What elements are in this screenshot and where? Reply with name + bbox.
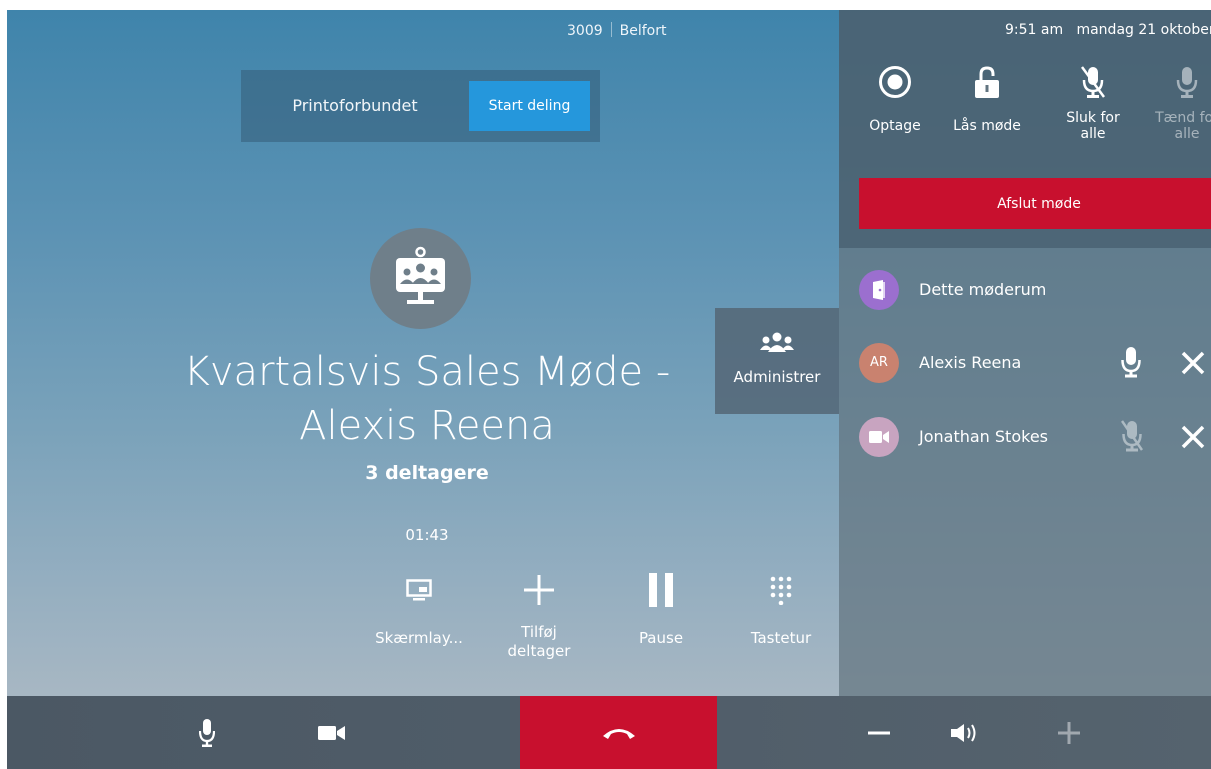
microphone-icon: [199, 718, 215, 747]
participant-name: Alexis Reena: [919, 353, 1022, 372]
participant-count: 3 deltagere: [365, 462, 489, 484]
manage-meeting-label: Administrer: [733, 368, 821, 386]
hang-up-button[interactable]: [520, 696, 717, 769]
video-conference-icon: [396, 246, 445, 304]
participant-row[interactable]: Dette møderum: [839, 255, 1211, 315]
record-button[interactable]: Optage: [857, 62, 933, 134]
lock-meeting-label: Lås møde: [953, 118, 1021, 134]
participant-mic-muted-icon[interactable]: [1121, 420, 1143, 452]
device-info: 3009 Belfort: [567, 22, 667, 39]
remove-participant-icon[interactable]: [1181, 351, 1205, 375]
mute-all-label-line2: alle: [1080, 126, 1106, 142]
mic-muted-icon: [1080, 66, 1106, 98]
lock-meeting-button[interactable]: Lås møde: [949, 62, 1025, 134]
pause-label: Pause: [638, 629, 684, 647]
volume-plus-icon: [1058, 721, 1080, 744]
volume-down-button[interactable]: [859, 696, 899, 769]
current-time: 9:51 am: [1005, 22, 1064, 38]
add-participant-label-line2: deltager: [507, 642, 571, 660]
remove-participant-icon[interactable]: [1181, 425, 1205, 449]
unmute-all-label: Tænd for alle: [1149, 110, 1211, 142]
video-camera-icon: [869, 431, 889, 443]
hang-up-icon: [602, 728, 635, 739]
volume-up-button[interactable]: [1049, 696, 1089, 769]
record-icon: [879, 66, 911, 98]
unmute-all-label-line1: Tænd for: [1155, 110, 1211, 126]
add-participant-label: Tilføj deltager: [479, 623, 599, 661]
call-duration: 01:43: [405, 526, 449, 544]
extension-number: 3009: [567, 23, 603, 39]
clock: 9:51 am mandag 21 oktober: [1005, 22, 1211, 38]
manage-meeting-tab[interactable]: Administrer: [715, 308, 839, 414]
panel-header: 9:51 am mandag 21 oktober Optage Lås mød…: [839, 10, 1211, 248]
meeting-title-line1: Kvartalsvis Sales Møde -: [183, 349, 671, 395]
meeting-title: Kvartalsvis Sales Møde - Alexis Reena: [47, 345, 807, 453]
participant-row[interactable]: Jonathan Stokes: [839, 402, 1211, 462]
add-participant-button[interactable]: Tilføj deltager: [479, 565, 599, 661]
door-icon: [873, 280, 885, 300]
divider: [610, 22, 612, 37]
keypad-icon: [770, 576, 792, 605]
location-name: Belfort: [619, 23, 667, 39]
call-toolbar: [7, 696, 1211, 769]
screen-layout-button[interactable]: Skærmlay...: [359, 565, 479, 648]
participant-name: Dette møderum: [919, 280, 1047, 299]
pause-button[interactable]: Pause: [601, 565, 721, 648]
share-device-name: Printoforbundet: [292, 96, 418, 115]
participant-row[interactable]: AR Alexis Reena: [839, 328, 1211, 388]
meeting-management-panel: 9:51 am mandag 21 oktober Optage Lås mød…: [839, 10, 1211, 696]
mute-all-label: Sluk for alle: [1055, 110, 1131, 142]
end-meeting-button[interactable]: Afslut møde: [859, 178, 1211, 229]
meeting-title-line2: Alexis Reena: [299, 403, 555, 449]
room-avatar: [859, 270, 899, 310]
screen-layout-icon: [406, 579, 432, 601]
participant-name: Jonathan Stokes: [919, 427, 1048, 446]
record-label: Optage: [869, 118, 921, 134]
camera-button[interactable]: [312, 696, 352, 769]
call-screen: 3009 Belfort Printoforbundet Start deling…: [7, 10, 1211, 769]
mic-icon: [1176, 67, 1198, 98]
add-participant-label-line1: Tilføj: [521, 623, 557, 641]
participant-mic-icon[interactable]: [1121, 346, 1141, 378]
current-date: mandag 21 oktober: [1076, 22, 1211, 38]
mute-all-label-line1: Sluk for: [1066, 110, 1120, 126]
speaker-button[interactable]: [945, 696, 985, 769]
plus-icon: [524, 575, 554, 605]
start-sharing-button[interactable]: Start deling: [469, 81, 590, 131]
meeting-avatar: [370, 228, 471, 329]
camera-icon: [318, 725, 345, 740]
participants-icon: [760, 332, 794, 352]
unmute-all-button[interactable]: Tænd for alle: [1149, 62, 1211, 142]
keypad-label: Tastetur: [750, 629, 812, 647]
participant-avatar: AR: [859, 343, 899, 383]
microphone-button[interactable]: [187, 696, 227, 769]
share-bar: Printoforbundet Start deling: [241, 70, 600, 142]
pause-icon: [649, 573, 673, 607]
unmute-all-label-line2: alle: [1174, 126, 1200, 142]
speaker-icon: [951, 723, 976, 742]
volume-minus-icon: [868, 731, 890, 734]
mute-all-button[interactable]: Sluk for alle: [1055, 62, 1131, 142]
screen-layout-label: Skærmlay...: [375, 629, 463, 647]
participant-avatar: [859, 417, 899, 457]
lock-icon: [975, 66, 999, 98]
keypad-button[interactable]: Tastetur: [721, 565, 841, 648]
